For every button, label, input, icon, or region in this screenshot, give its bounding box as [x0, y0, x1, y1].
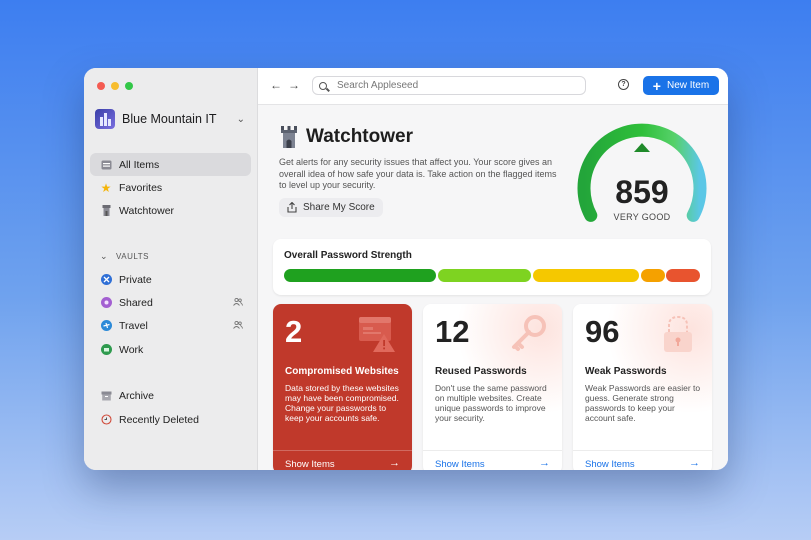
- vaults-section-header[interactable]: ⌄ VAULTS: [100, 251, 149, 262]
- work-vault-icon: [100, 344, 112, 356]
- card-title: Reused Passwords: [435, 366, 527, 377]
- search-input[interactable]: [335, 79, 579, 92]
- card-title: Compromised Websites: [285, 366, 399, 377]
- weak-count: 96: [585, 314, 620, 349]
- card-footer[interactable]: Show Items →: [423, 450, 562, 470]
- sidebar-item-label: Shared: [119, 296, 153, 309]
- key-icon: [508, 314, 548, 359]
- watchtower-icon: [281, 126, 297, 148]
- app-window: Blue Mountain IT ⌄ All Items ★ Favorites…: [84, 68, 728, 470]
- strength-segment-weak: [641, 269, 665, 282]
- sidebar: Blue Mountain IT ⌄ All Items ★ Favorites…: [84, 68, 258, 470]
- sidebar-item-travel[interactable]: Travel: [90, 314, 251, 337]
- compromised-website-icon: [358, 314, 398, 359]
- star-icon: ★: [100, 180, 112, 195]
- toolbar: ← → ? + New Item: [258, 68, 728, 105]
- sidebar-item-label: Private: [119, 273, 152, 286]
- plus-icon: +: [652, 77, 661, 94]
- search-icon: [319, 81, 327, 90]
- close-window-button[interactable]: [97, 82, 105, 90]
- all-items-icon: [100, 159, 112, 171]
- strength-segment-very-weak: [666, 269, 700, 282]
- sidebar-item-private[interactable]: Private: [90, 268, 251, 291]
- account-switcher[interactable]: Blue Mountain IT ⌄: [95, 108, 245, 130]
- show-items-link[interactable]: Show Items: [435, 459, 485, 470]
- account-logo-icon: [95, 109, 115, 129]
- search-bar[interactable]: [312, 76, 586, 95]
- arrow-right-icon: →: [389, 457, 400, 469]
- sidebar-item-label: Work: [119, 343, 144, 356]
- zoom-window-button[interactable]: [125, 82, 133, 90]
- show-items-link[interactable]: Show Items: [285, 459, 335, 470]
- arrow-right-icon: →: [539, 457, 550, 469]
- strength-segment-fair: [533, 269, 639, 282]
- compromised-websites-card[interactable]: 2 Compromised Websites Data stored by th…: [273, 304, 412, 470]
- account-name: Blue Mountain IT: [122, 112, 217, 126]
- sidebar-item-work[interactable]: Work: [90, 338, 251, 361]
- window-controls: [97, 82, 133, 90]
- shared-vault-icon: [100, 297, 112, 309]
- chevron-down-icon: ⌄: [236, 113, 245, 125]
- sidebar-item-favorites[interactable]: ★ Favorites: [90, 176, 251, 199]
- strength-segment-strong: [284, 269, 436, 282]
- reused-passwords-card[interactable]: 12 Reused Passwords Don't use the same p…: [423, 304, 562, 470]
- strength-segment-good: [438, 269, 531, 282]
- trash-icon: [100, 414, 112, 426]
- page-description: Get alerts for any security issues that …: [279, 157, 557, 190]
- password-strength-panel: Overall Password Strength: [273, 239, 711, 295]
- sidebar-item-all-items[interactable]: All Items: [90, 153, 251, 176]
- minimize-window-button[interactable]: [111, 82, 119, 90]
- people-icon: [233, 297, 243, 308]
- sidebar-item-archive[interactable]: Archive: [90, 384, 251, 407]
- reused-count: 12: [435, 314, 470, 349]
- arrow-right-icon: →: [689, 457, 700, 469]
- chevron-down-icon: ⌄: [100, 251, 109, 261]
- sidebar-item-label: Watchtower: [119, 204, 175, 217]
- compromised-count: 2: [285, 314, 303, 349]
- security-score-gauge: 859 VERY GOOD: [574, 116, 710, 232]
- sidebar-item-label: Travel: [119, 319, 148, 332]
- main-content: ← → ? + New Item Watchtower Get alerts f…: [258, 68, 728, 470]
- new-item-button[interactable]: + New Item: [643, 76, 719, 95]
- sidebar-item-label: Recently Deleted: [119, 413, 199, 426]
- sidebar-item-shared[interactable]: Shared: [90, 291, 251, 314]
- show-items-link[interactable]: Show Items: [585, 459, 635, 470]
- score-rating: VERY GOOD: [613, 212, 671, 222]
- card-footer[interactable]: Show Items →: [573, 450, 712, 470]
- share-icon: [287, 202, 297, 213]
- card-title: Weak Passwords: [585, 366, 667, 377]
- strength-label: Overall Password Strength: [284, 250, 412, 261]
- page-title: Watchtower: [306, 126, 413, 147]
- private-vault-icon: [100, 274, 112, 286]
- card-description: Weak Passwords are easier to guess. Gene…: [585, 383, 701, 423]
- archive-icon: [100, 390, 112, 402]
- padlock-icon: [658, 314, 698, 361]
- sidebar-item-recently-deleted[interactable]: Recently Deleted: [90, 408, 251, 431]
- page-header: Watchtower: [280, 126, 413, 148]
- weak-passwords-card[interactable]: 96 Weak Passwords Weak Passwords are eas…: [573, 304, 712, 470]
- sidebar-item-label: Archive: [119, 389, 155, 402]
- help-icon[interactable]: ?: [618, 79, 629, 90]
- sidebar-item-watchtower[interactable]: Watchtower: [90, 199, 251, 222]
- card-description: Data stored by these websites may have b…: [285, 383, 399, 423]
- people-icon: [233, 320, 243, 331]
- back-arrow-icon[interactable]: ←: [270, 78, 282, 92]
- card-description: Don't use the same password on multiple …: [435, 383, 547, 423]
- forward-arrow-icon[interactable]: →: [288, 78, 300, 92]
- sidebar-item-label: All Items: [119, 158, 160, 171]
- travel-vault-icon: [100, 320, 112, 332]
- sidebar-item-label: Favorites: [119, 181, 163, 194]
- share-score-button[interactable]: Share My Score: [279, 198, 383, 217]
- watchtower-icon: [100, 205, 112, 217]
- card-footer[interactable]: Show Items →: [273, 450, 412, 470]
- score-value: 859: [615, 174, 669, 210]
